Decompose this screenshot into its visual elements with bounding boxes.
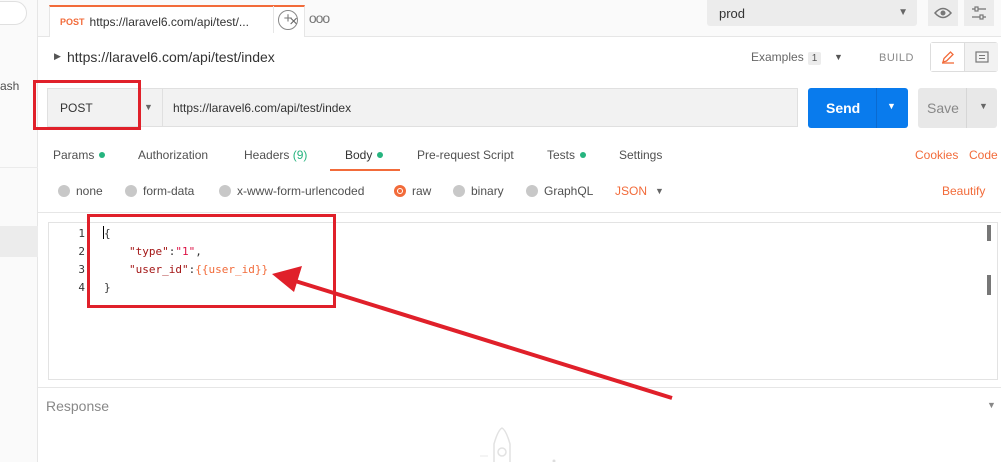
postman-window: ash POST https://laravel6.com/api/test/.…: [0, 0, 1001, 462]
annotation-arrow: [272, 266, 673, 400]
